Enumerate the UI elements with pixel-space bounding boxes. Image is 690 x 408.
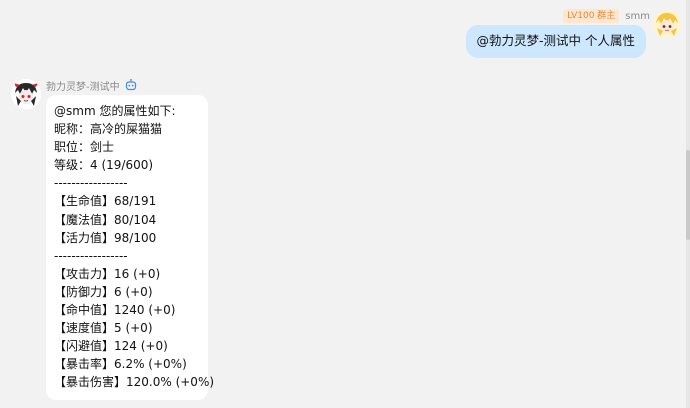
bot-message-line: 【速度值】5 (+0) [54,321,153,336]
bot-message-line: ----------------- [54,176,128,191]
scrollbar-thumb[interactable] [686,150,690,240]
bot-message-header: 勃力灵梦-测试中 [46,77,137,93]
bot-message-line: 【生命值】68/191 [54,194,157,209]
bot-message-line: 【防御力】6 (+0) [54,284,153,299]
bot-message-line: ----------------- [54,248,128,263]
bot-message-line: 【暴击伤害】120.0% (+0%) [54,375,215,390]
avatar-image [653,10,681,38]
bot-message-line: 【闪避值】124 (+0) [54,339,168,354]
self-username[interactable]: smm [625,11,650,22]
bot-message-line: 【命中值】1240 (+0) [54,303,176,318]
bot-avatar[interactable] [11,79,41,109]
bot-message-line: 【攻击力】16 (+0) [54,266,161,281]
bot-message-line: 职位：剑士 [54,140,115,155]
level-badge: LV100 群主 [563,9,620,23]
bot-message-line: 等级：4 (19/600) [54,158,154,173]
bot-message-line: 【暴击率】6.2% (+0%) [54,357,187,372]
bot-message-line: 昵称：高冷的屎猫猫 [54,122,163,137]
bot-message-line: 【活力值】98/100 [54,230,157,245]
avatar[interactable] [653,10,681,38]
bot-message-line: 【魔法值】80/104 [54,212,157,227]
bot-avatar-image [11,79,41,109]
self-message-bubble[interactable]: @勃力灵梦-测试中 个人属性 [465,25,646,58]
self-message-text: @勃力灵梦-测试中 个人属性 [476,33,636,48]
self-message-header: LV100 群主 smm [563,8,650,24]
bot-message-bubble[interactable]: @smm 您的属性如下: 昵称：高冷的屎猫猫 职位：剑士 等级：4 (19/60… [46,95,215,400]
scrollbar[interactable] [686,0,690,408]
bot-message-line: @smm 您的属性如下: [54,104,176,118]
bot-username[interactable]: 勃力灵梦-测试中 [46,78,120,93]
robot-icon [125,79,137,91]
